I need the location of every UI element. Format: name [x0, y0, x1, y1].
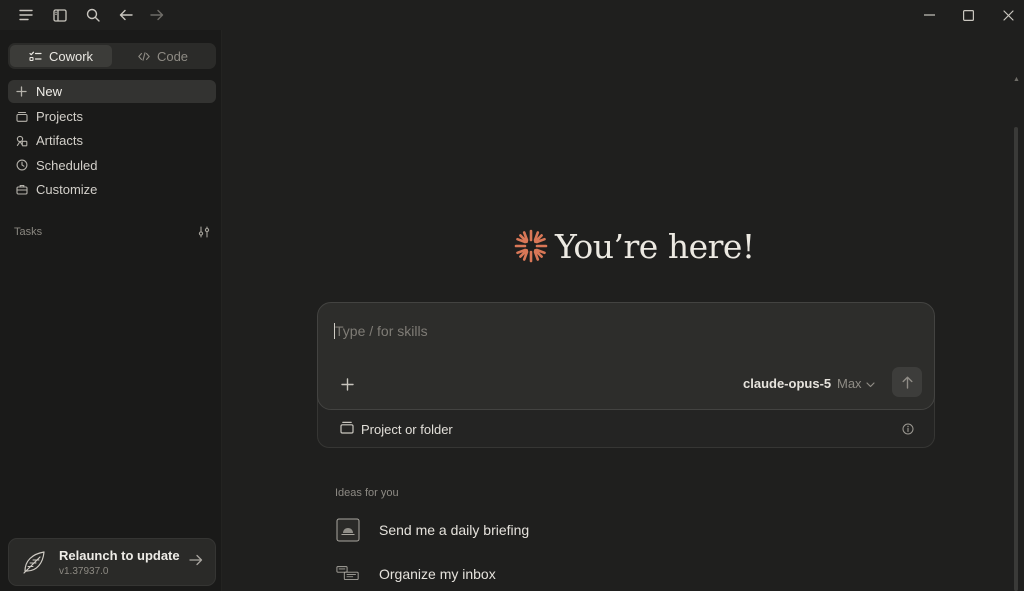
- composer: Type / for skills claude-opus-5 Max: [317, 302, 935, 410]
- back-arrow-icon[interactable]: [115, 5, 137, 25]
- minimize-icon[interactable]: [918, 5, 940, 25]
- idea-label: Organize my inbox: [379, 566, 496, 582]
- maximize-icon[interactable]: [957, 5, 979, 25]
- plus-icon: [340, 377, 354, 391]
- sidebar-item-scheduled[interactable]: Scheduled: [8, 154, 216, 177]
- info-icon[interactable]: [902, 423, 914, 435]
- prompt-input[interactable]: Type / for skills: [335, 323, 428, 339]
- idea-item-daily-briefing[interactable]: Send me a daily briefing: [336, 517, 529, 543]
- menu-icon[interactable]: [15, 5, 37, 25]
- update-version: v1.37937.0: [59, 565, 109, 577]
- claude-logo-icon: [513, 228, 549, 264]
- clock-icon: [15, 159, 28, 172]
- idea-item-organize-inbox[interactable]: Organize my inbox: [336, 561, 496, 587]
- artifacts-icon: [15, 134, 28, 147]
- greeting: You’re here!: [513, 226, 755, 266]
- sidebar-item-new[interactable]: New: [8, 80, 216, 103]
- briefcase-icon: [15, 183, 28, 196]
- code-tab[interactable]: Code: [112, 45, 214, 67]
- idea-label: Send me a daily briefing: [379, 522, 530, 538]
- projects-icon: [15, 110, 28, 123]
- filter-icon[interactable]: [198, 226, 210, 238]
- title-bar: [0, 0, 1024, 30]
- greeting-title: You’re here!: [555, 226, 755, 266]
- send-button[interactable]: [892, 367, 922, 397]
- add-attachment-button[interactable]: [336, 373, 358, 395]
- search-icon[interactable]: [82, 5, 104, 25]
- close-icon[interactable]: [997, 5, 1019, 25]
- sidebar-item-projects[interactable]: Projects: [8, 105, 216, 128]
- sidebar-toggle-icon[interactable]: [49, 5, 71, 25]
- effort-selector[interactable]: Max: [837, 376, 875, 391]
- ideas-label: Ideas for you: [335, 487, 399, 499]
- folder-icon: [340, 421, 354, 434]
- scrollbar[interactable]: [1014, 127, 1018, 591]
- sidebar-item-artifacts[interactable]: Artifacts: [8, 129, 216, 152]
- sidebar-item-label: New: [36, 84, 63, 99]
- update-card[interactable]: Relaunch to update v1.37937.0: [8, 538, 216, 586]
- project-picker-label: Project or folder: [361, 422, 453, 437]
- chevron-down-icon: [865, 376, 875, 391]
- arrow-up-icon: [902, 376, 912, 389]
- arrow-right-icon: [189, 553, 203, 571]
- forward-arrow-icon[interactable]: [146, 5, 168, 25]
- sidebar-item-label: Customize: [36, 182, 98, 197]
- sidebar-item-label: Projects: [36, 108, 83, 124]
- briefing-icon: [336, 518, 360, 542]
- model-selector[interactable]: claude-opus-5: [743, 376, 831, 391]
- code-label: Code: [156, 48, 189, 64]
- mode-toggle: Cowork Code: [8, 43, 216, 69]
- plus-icon: [15, 85, 28, 98]
- tasks-label: Tasks: [14, 226, 43, 238]
- scroll-up-icon[interactable]: ▲: [1013, 76, 1020, 83]
- cowork-icon: [29, 51, 42, 62]
- sidebar: Cowork Code New Projects Artifacts Sched…: [0, 30, 222, 591]
- tasks-header: Tasks: [14, 224, 210, 240]
- cowork-label: Cowork: [48, 48, 94, 64]
- leaf-icon: [21, 549, 47, 575]
- update-title: Relaunch to update: [59, 547, 180, 563]
- cowork-tab[interactable]: Cowork: [10, 45, 112, 67]
- effort-label: Max: [837, 376, 862, 391]
- sidebar-item-label: Artifacts: [36, 133, 83, 148]
- code-icon: [138, 51, 150, 61]
- sidebar-item-label: Scheduled: [36, 157, 98, 173]
- sidebar-nav: New Projects Artifacts Scheduled Customi…: [8, 80, 216, 203]
- inbox-icon: [336, 562, 360, 586]
- sidebar-item-customize[interactable]: Customize: [8, 178, 216, 201]
